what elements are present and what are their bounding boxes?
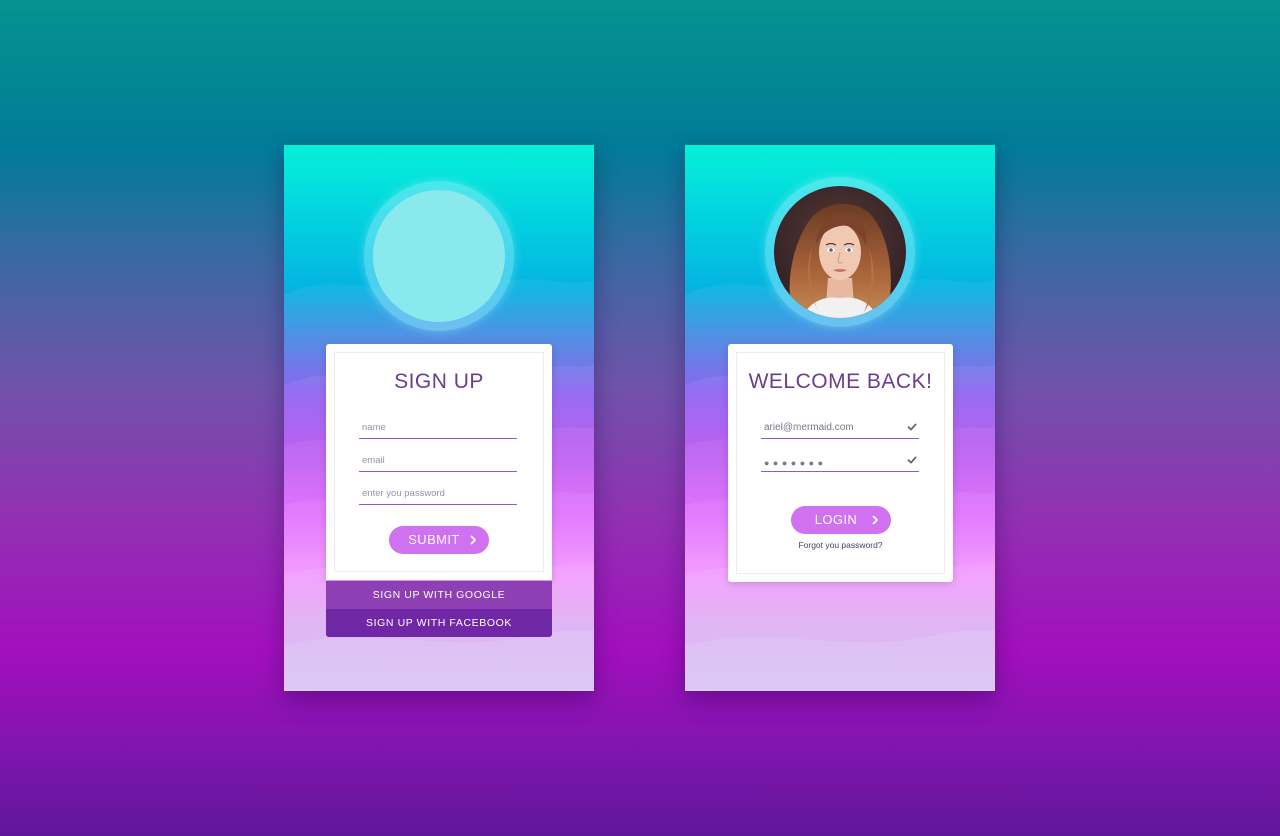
email-field[interactable]: email (359, 453, 517, 472)
login-email-field[interactable]: ariel@mermaid.com (761, 420, 919, 439)
signup-title: SIGN UP (394, 370, 484, 393)
login-button[interactable]: LOGIN (791, 506, 891, 534)
avatar-placeholder[interactable] (373, 190, 505, 322)
signup-card: SIGN UP name email enter you password SU… (326, 344, 552, 580)
google-label: SIGN UP WITH GOOGLE (372, 589, 506, 601)
signup-google-button[interactable]: SIGN UP WITH GOOGLE (326, 581, 552, 609)
forgot-password-link[interactable]: Forgot you password? (728, 540, 953, 550)
user-portrait (774, 186, 906, 318)
login-card: WELCOME BACK! ariel@mermaid.com ●●●●●●● … (728, 344, 953, 582)
email-placeholder: email (362, 455, 385, 466)
login-password-field[interactable]: ●●●●●●● (761, 453, 919, 472)
login-email-value: ariel@mermaid.com (764, 422, 854, 433)
login-title: WELCOME BACK! (748, 370, 933, 393)
chevron-right-icon (470, 535, 476, 545)
name-placeholder: name (362, 422, 386, 433)
login-screen: WELCOME BACK! ariel@mermaid.com ●●●●●●● … (685, 145, 995, 691)
facebook-label: SIGN UP WITH FACEBOOK (365, 617, 512, 629)
check-icon (907, 423, 917, 431)
check-icon (907, 456, 917, 464)
user-avatar[interactable] (774, 186, 906, 318)
signup-facebook-button[interactable]: SIGN UP WITH FACEBOOK (326, 609, 552, 637)
login-password-value: ●●●●●●● (764, 458, 827, 468)
signup-screen: SIGN UP name email enter you password SU… (284, 145, 594, 691)
name-field[interactable]: name (359, 420, 517, 439)
login-label: LOGIN (814, 512, 858, 527)
password-placeholder: enter you password (362, 488, 445, 499)
submit-label: SUBMIT (408, 532, 460, 547)
chevron-right-icon (872, 515, 878, 525)
submit-button[interactable]: SUBMIT (389, 526, 489, 554)
password-field[interactable]: enter you password (359, 486, 517, 505)
